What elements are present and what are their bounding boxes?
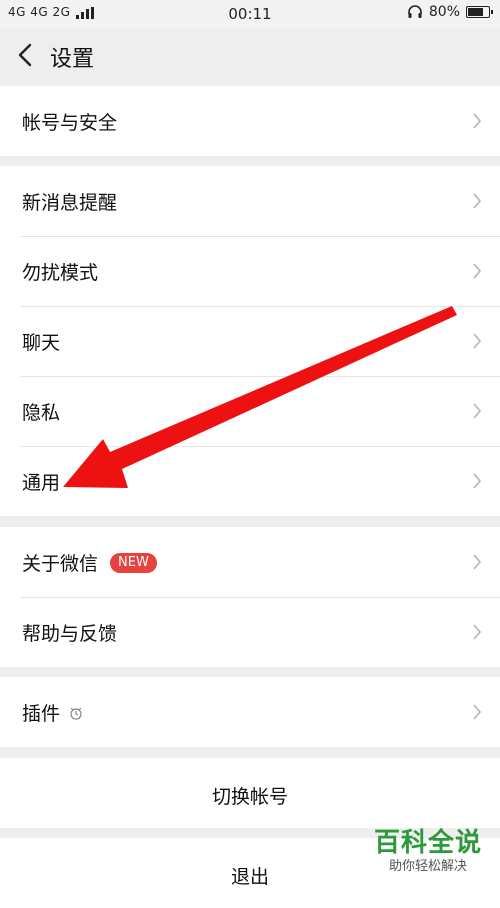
row-label: 聊天 bbox=[22, 332, 61, 354]
page-title: 设置 bbox=[50, 47, 95, 72]
row-label: 通用 bbox=[22, 472, 61, 494]
row-label: 新消息提醒 bbox=[22, 192, 118, 214]
row-privacy[interactable]: 隐私 bbox=[0, 376, 500, 446]
switch-account-label: 切换帐号 bbox=[211, 786, 288, 808]
chevron-left-icon[interactable] bbox=[14, 40, 38, 70]
battery-level bbox=[468, 8, 484, 16]
row-new-message[interactable]: 新消息提醒 bbox=[0, 166, 500, 236]
chevron-right-icon bbox=[473, 554, 482, 570]
plugins-label: 插件 bbox=[22, 703, 61, 725]
switch-account-button[interactable]: 切换帐号 bbox=[0, 758, 500, 828]
chevron-right-icon bbox=[473, 113, 482, 129]
about-label: 关于微信 bbox=[22, 553, 99, 575]
group-switch-account: 切换帐号 bbox=[0, 758, 500, 828]
row-account-security[interactable]: 帐号与安全 bbox=[0, 86, 500, 156]
plugin-icon bbox=[70, 707, 82, 720]
group-plugins: 插件 bbox=[0, 677, 500, 747]
battery-percent: 80% bbox=[428, 4, 460, 20]
chevron-right-icon bbox=[473, 263, 482, 279]
nav-bar: 设置 bbox=[0, 28, 500, 84]
group-account: 帐号与安全 bbox=[0, 86, 500, 156]
row-label: 帮助与反馈 bbox=[22, 623, 118, 645]
chevron-right-icon bbox=[473, 473, 482, 489]
battery-icon bbox=[466, 6, 493, 18]
headphones-icon bbox=[408, 5, 422, 18]
watermark: 百科全说 助你轻松解决 bbox=[368, 828, 488, 886]
row-chat[interactable]: 聊天 bbox=[0, 306, 500, 376]
watermark-subtitle: 助你轻松解决 bbox=[388, 859, 467, 874]
row-general[interactable]: 通用 bbox=[0, 446, 500, 516]
row-label: 勿扰模式 bbox=[22, 262, 99, 284]
status-right: 80% bbox=[407, 4, 493, 20]
status-bar: 4G 4G 2G 00:11 80% bbox=[0, 0, 500, 28]
row-about-wechat[interactable]: 关于微信 NEW bbox=[0, 527, 500, 597]
watermark-title: 百科全说 bbox=[373, 828, 482, 858]
new-badge: NEW bbox=[110, 552, 157, 573]
chevron-right-icon bbox=[473, 333, 482, 349]
row-label: 隐私 bbox=[22, 402, 61, 424]
chevron-right-icon bbox=[473, 403, 482, 419]
group-settings: 新消息提醒 勿扰模式 聊天 隐私 通用 bbox=[0, 166, 500, 516]
row-label: 关于微信 NEW bbox=[22, 549, 157, 576]
row-label: 帐号与安全 bbox=[22, 112, 118, 134]
row-plugins[interactable]: 插件 bbox=[0, 677, 500, 747]
group-about: 关于微信 NEW 帮助与反馈 bbox=[0, 527, 500, 667]
row-do-not-disturb[interactable]: 勿扰模式 bbox=[0, 236, 500, 306]
row-help-feedback[interactable]: 帮助与反馈 bbox=[0, 597, 500, 667]
chevron-right-icon bbox=[473, 624, 482, 640]
row-label: 插件 bbox=[22, 699, 84, 726]
chevron-right-icon bbox=[473, 704, 482, 720]
chevron-right-icon bbox=[473, 193, 482, 209]
